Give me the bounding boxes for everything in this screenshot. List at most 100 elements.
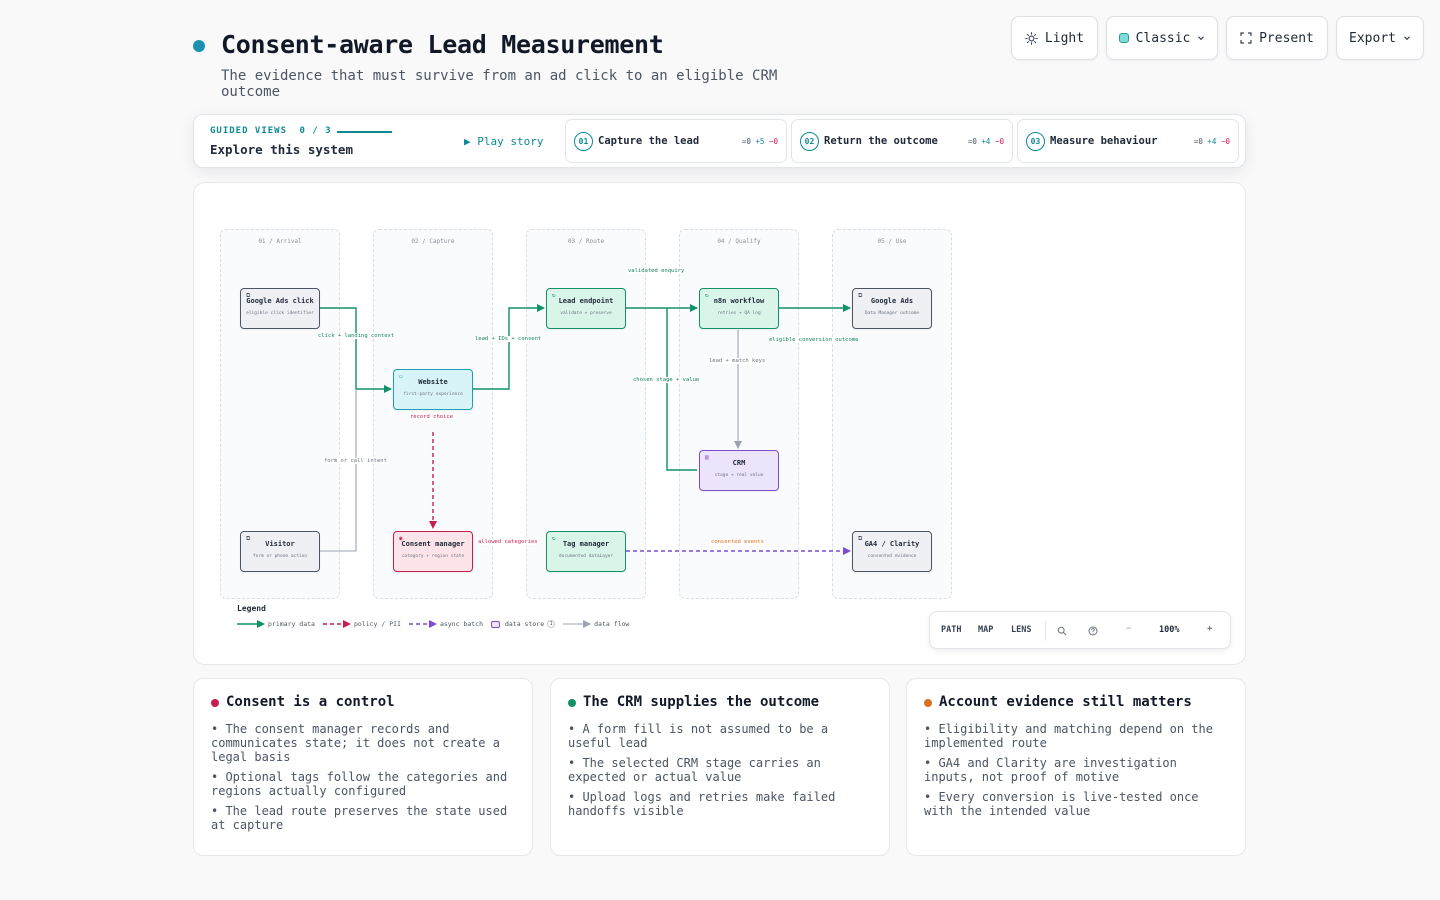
legend-store-label: data store xyxy=(504,620,545,628)
lens-view-button[interactable]: LENS xyxy=(1011,625,1031,635)
edge-label-form-call: form or call intent xyxy=(323,458,388,464)
legend-policy-label: policy / PII xyxy=(353,620,401,628)
card-list: • The consent manager records and commun… xyxy=(211,722,521,838)
zoom-out-icon[interactable]: − xyxy=(1126,624,1131,634)
legend-policy-line-icon xyxy=(322,620,351,628)
guided-views-heading: GUIDED VIEWS 0 / 3 xyxy=(210,126,332,136)
zoom-level: 100% xyxy=(1159,625,1180,635)
edge-label-allowed-categories: allowed categories xyxy=(477,539,539,545)
node-google-ads-click[interactable]: ⧉ Google Ads click eligible click identi… xyxy=(240,288,320,329)
edge-visitor-to-website xyxy=(320,389,357,552)
edge-label-click-landing: click + landing context xyxy=(317,333,396,339)
legend-flow-label: data flow xyxy=(594,620,630,628)
guided-views-progress-text: 0 / 3 xyxy=(299,126,332,136)
node-tag-manager[interactable]: ↻ Tag manager documented dataLayer xyxy=(546,531,626,572)
legend-primary-label: primary data xyxy=(268,620,315,628)
edge-website-to-lead-endpoint xyxy=(473,304,545,390)
search-icon[interactable] xyxy=(1057,626,1067,636)
node-title: Tag manager xyxy=(562,540,610,548)
view-controls: PATH MAP LENS − 100% + xyxy=(929,611,1231,649)
step-stats: =0 +4 −0 xyxy=(967,137,1004,146)
path-view-button[interactable]: PATH xyxy=(941,625,961,635)
sun-icon xyxy=(1025,31,1038,45)
page-title: Consent-aware Lead Measurement xyxy=(221,30,664,59)
help-icon[interactable] xyxy=(1088,626,1098,636)
edge-label-consented-events: consented events xyxy=(710,539,765,545)
guided-step-capture-lead[interactable]: 01 Capture the lead =0 +5 −0 xyxy=(565,119,787,163)
node-subtitle: category + region state xyxy=(401,554,465,559)
list-item: • The consent manager records and commun… xyxy=(211,722,500,764)
play-story-button[interactable]: ▶ Play story xyxy=(464,135,543,148)
diagram-edges xyxy=(320,304,851,555)
node-title: CRM xyxy=(732,459,746,467)
insight-card-account: Account evidence still matters • Eligibi… xyxy=(906,678,1246,856)
step-number: 01 xyxy=(574,132,593,151)
guided-views-label: GUIDED VIEWS xyxy=(210,126,288,136)
map-view-button[interactable]: MAP xyxy=(978,625,993,635)
node-title: Lead endpoint xyxy=(558,297,614,305)
node-ga4-clarity[interactable]: ⧉ GA4 / Clarity consented evidence xyxy=(852,531,932,572)
legend-async-label: async batch xyxy=(439,620,483,628)
guided-step-return-outcome[interactable]: 02 Return the outcome =0 +4 −0 xyxy=(791,119,1013,163)
legend-async-line-icon xyxy=(408,620,437,628)
node-title: Website xyxy=(418,378,448,386)
step-label: Return the outcome xyxy=(824,135,938,147)
card-dot xyxy=(211,699,219,707)
node-subtitle: Data Manager outcome xyxy=(864,311,920,316)
step-label: Capture the lead xyxy=(598,135,700,147)
insight-card-crm: The CRM supplies the outcome • A form fi… xyxy=(550,678,890,856)
node-google-ads[interactable]: ⧉ Google Ads Data Manager outcome xyxy=(852,288,932,329)
node-lead-endpoint[interactable]: ↻ Lead endpoint validate + preserve xyxy=(546,288,626,329)
node-subtitle: stage + real value xyxy=(714,473,764,478)
node-title: GA4 / Clarity xyxy=(864,540,920,548)
edge-label-chosen-stage: chosen stage + value xyxy=(632,377,701,383)
list-item: • Eligibility and matching depend on the… xyxy=(924,722,1213,750)
present-label: Present xyxy=(1259,30,1314,46)
node-crm[interactable]: ▤ CRM stage + real value xyxy=(699,450,779,491)
node-subtitle: validate + preserve xyxy=(560,311,612,316)
step-number: 03 xyxy=(1026,132,1045,151)
edge-click-to-website xyxy=(320,307,392,393)
card-dot xyxy=(568,699,576,707)
card-title: Consent is a control xyxy=(226,694,395,710)
node-subtitle: first-party experience xyxy=(403,392,463,397)
style-select-button[interactable]: Classic xyxy=(1106,16,1218,60)
node-visitor[interactable]: ⧉ Visitor form or phone action xyxy=(240,531,320,572)
node-consent-manager[interactable]: ◉ Consent manager category + region stat… xyxy=(393,531,473,572)
card-title: The CRM supplies the outcome xyxy=(583,694,820,710)
zoom-in-icon[interactable]: + xyxy=(1207,624,1212,634)
list-item: • Every conversion is live-tested once w… xyxy=(924,790,1199,818)
step-number: 02 xyxy=(800,132,819,151)
list-item: • GA4 and Clarity are investigation inpu… xyxy=(924,756,1177,784)
style-label: Classic xyxy=(1135,30,1191,46)
edge-label-validated-enquiry: validated enquiry xyxy=(627,268,686,274)
legend-store-count: 1 xyxy=(547,620,556,628)
system-diagram-canvas[interactable]: 01 / Arrival 02 / Capture 03 / Route 04 … xyxy=(193,182,1246,665)
guided-views-title: Explore this system xyxy=(210,142,353,157)
edge-label-eligible-outcome: eligible conversion outcome xyxy=(768,337,860,343)
node-subtitle: form or phone action xyxy=(252,554,308,559)
list-item: • A form fill is not assumed to be a use… xyxy=(568,722,829,750)
legend: primary data policy / PII async batch da… xyxy=(237,619,637,629)
list-item: • Upload logs and retries make failed ha… xyxy=(568,790,836,818)
node-website[interactable]: ▭ Website first-party experience xyxy=(393,369,473,410)
edge-label-record-choice: record choice xyxy=(409,414,455,420)
node-subtitle: consented evidence xyxy=(867,554,917,559)
export-button[interactable]: Export xyxy=(1336,16,1424,60)
card-list: • Eligibility and matching depend on the… xyxy=(924,722,1234,824)
theme-label: Light xyxy=(1044,30,1085,46)
step-stats: =0 +4 −0 xyxy=(1193,137,1230,146)
present-button[interactable]: Present xyxy=(1226,16,1328,60)
step-stats: =0 +5 −0 xyxy=(741,137,778,146)
node-n8n-workflow[interactable]: ↻ n8n workflow retries + QA log xyxy=(699,288,779,329)
guided-step-measure-behaviour[interactable]: 03 Measure behaviour =0 +4 −0 xyxy=(1017,119,1239,163)
guided-views-progress-bar xyxy=(337,131,392,133)
guided-views-bar: GUIDED VIEWS 0 / 3 Explore this system ▶… xyxy=(193,114,1246,168)
node-title: Google Ads click xyxy=(246,297,314,305)
legend-store-icon xyxy=(490,620,500,628)
card-title: Account evidence still matters xyxy=(939,694,1192,710)
theme-toggle-button[interactable]: Light xyxy=(1011,16,1098,60)
card-list: • A form fill is not assumed to be a use… xyxy=(568,722,878,824)
export-label: Export xyxy=(1349,30,1396,46)
legend-flow-line-icon xyxy=(563,620,592,628)
